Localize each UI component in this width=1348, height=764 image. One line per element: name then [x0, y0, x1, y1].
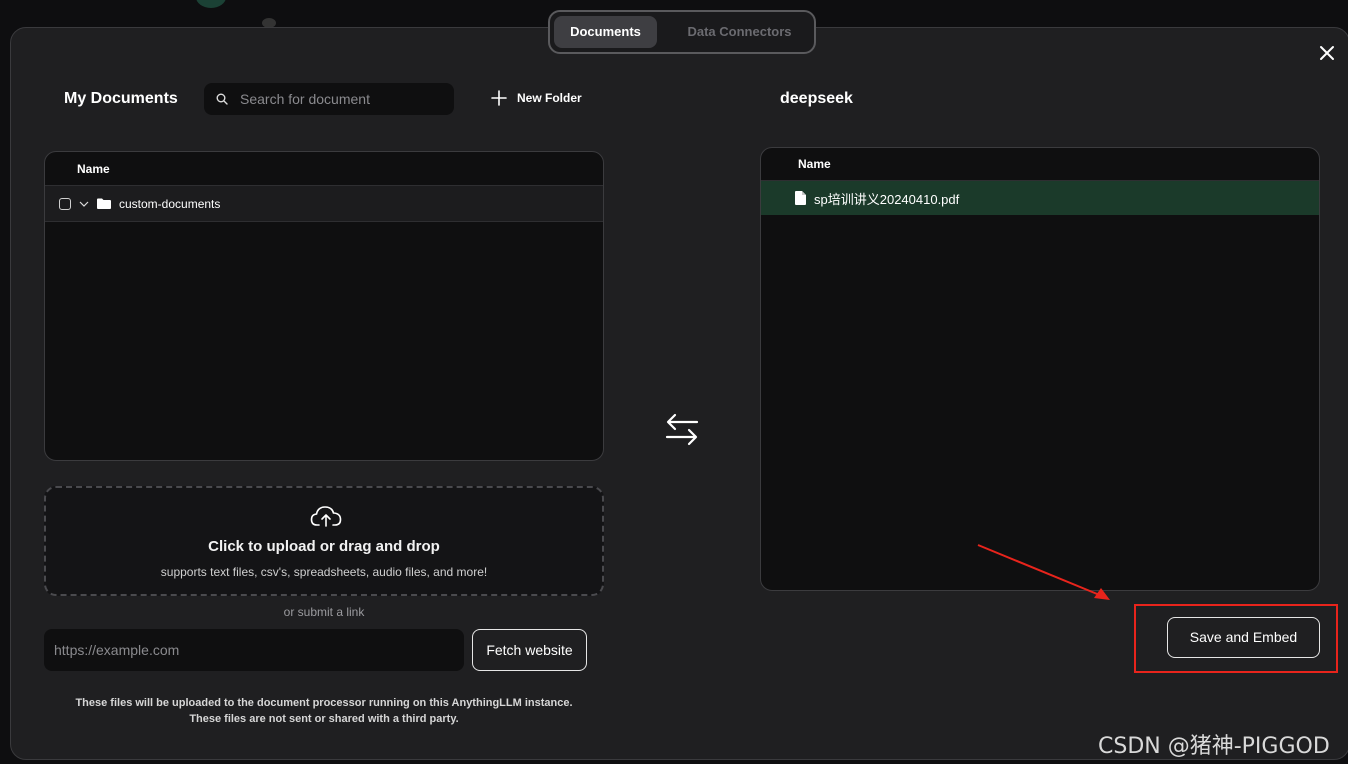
- my-documents-title: My Documents: [64, 90, 178, 107]
- search-box[interactable]: [204, 83, 454, 115]
- search-input[interactable]: [238, 90, 442, 108]
- plus-icon: [491, 90, 507, 106]
- note-line-2: These files are not sent or shared with …: [189, 713, 459, 725]
- new-folder-label: New Folder: [517, 91, 582, 105]
- column-header-name: Name: [761, 148, 1319, 181]
- upload-privacy-note: These files will be uploaded to the docu…: [44, 695, 604, 727]
- url-input[interactable]: [44, 629, 464, 671]
- search-icon: [216, 93, 228, 105]
- upload-dropzone[interactable]: Click to upload or drag and drop support…: [44, 486, 604, 596]
- folder-checkbox[interactable]: [59, 197, 71, 210]
- watermark-text: CSDN @猪神-PIGGOD: [1098, 734, 1330, 759]
- upload-title: Click to upload or drag and drop: [208, 538, 440, 555]
- my-documents-panel: Name custom-documents: [44, 151, 604, 461]
- file-name: sp培训讲义20240410.pdf: [814, 191, 960, 207]
- tab-data-connectors[interactable]: Data Connectors: [667, 16, 812, 48]
- upload-subtitle: supports text files, csv's, spreadsheets…: [160, 565, 488, 579]
- workspace-documents-panel: Name sp培训讲义20240410.pdf: [760, 147, 1320, 591]
- close-icon[interactable]: [1316, 42, 1338, 64]
- save-and-embed-button[interactable]: Save and Embed: [1167, 617, 1320, 658]
- swap-arrows-icon[interactable]: [664, 411, 700, 447]
- or-submit-link-label: or submit a link: [283, 605, 365, 619]
- new-folder-button[interactable]: New Folder: [490, 89, 582, 107]
- workspace-title: deepseek: [780, 90, 853, 107]
- background-avatar: [196, 0, 226, 8]
- chevron-down-icon[interactable]: [79, 200, 89, 208]
- cloud-upload-icon: [310, 506, 342, 527]
- folder-name: custom-documents: [119, 196, 221, 211]
- folder-row[interactable]: custom-documents: [45, 186, 603, 222]
- folder-icon: [97, 198, 111, 209]
- fetch-website-button[interactable]: Fetch website: [472, 629, 587, 671]
- note-line-1: These files will be uploaded to the docu…: [75, 697, 573, 709]
- file-row[interactable]: sp培训讲义20240410.pdf: [761, 181, 1319, 215]
- tab-bar: Documents Data Connectors: [548, 10, 816, 54]
- file-icon: [795, 191, 806, 205]
- annotation-arrow: [977, 544, 1110, 600]
- column-header-name: Name: [45, 152, 603, 186]
- tab-documents[interactable]: Documents: [554, 16, 657, 48]
